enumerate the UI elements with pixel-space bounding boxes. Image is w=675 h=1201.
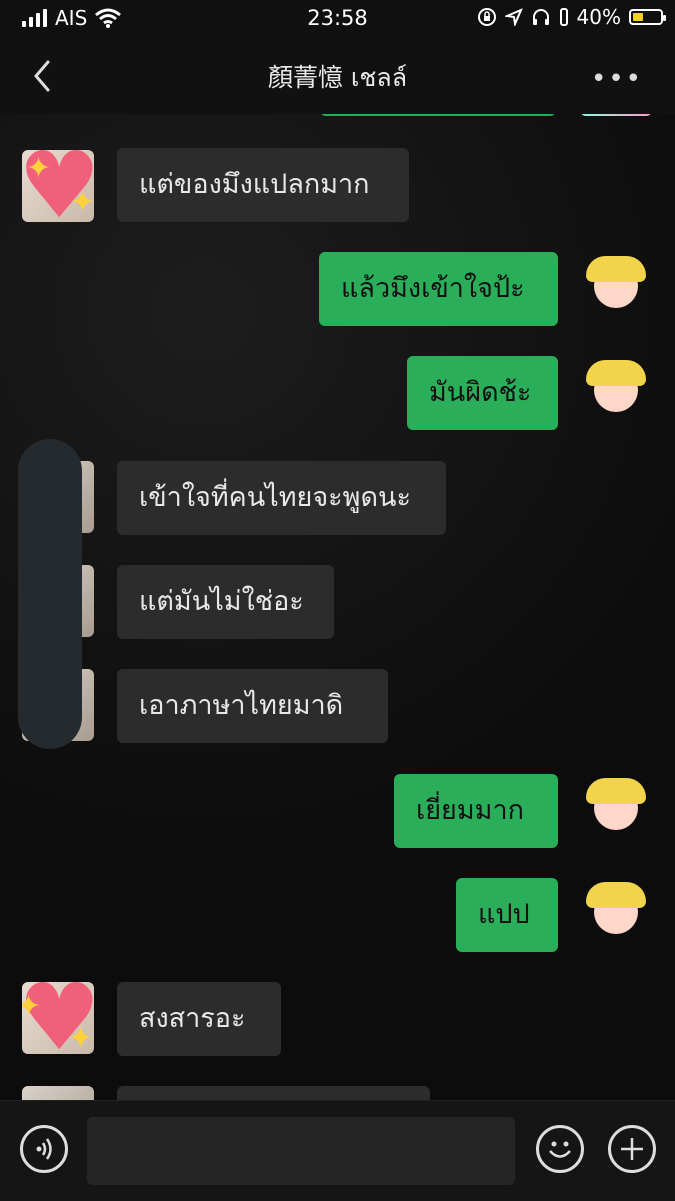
status-icons: 40% bbox=[477, 5, 666, 29]
battery-percent: 40% bbox=[576, 5, 621, 29]
redaction-mark bbox=[18, 439, 82, 749]
smiley-face-icon bbox=[549, 1141, 571, 1158]
plus-icon[interactable] bbox=[608, 1125, 656, 1173]
incoming-message[interactable]: สงสารอะ bbox=[117, 982, 281, 1056]
rotation-lock-icon bbox=[477, 8, 496, 26]
contact-avatar[interactable]: ♥ ✦ ✦ bbox=[22, 150, 94, 222]
incoming-message[interactable]: แต่มันไม่ใช่อะ bbox=[117, 565, 334, 639]
chat-area[interactable]: ♥ ✦ ✦ แต่ของมึงแปลกมาก แล้วมึงเข้าใจป้ะ … bbox=[0, 114, 675, 1100]
sparkle-icon: ✦ bbox=[22, 989, 42, 1024]
charging-icon bbox=[559, 8, 568, 26]
input-bar bbox=[0, 1100, 675, 1201]
chat-header: 顏菁憶 เชลล์ ••• bbox=[0, 38, 675, 114]
incoming-message[interactable]: แต่ของมึงแปลกมาก bbox=[117, 148, 409, 222]
battery-level bbox=[633, 13, 644, 21]
message-input[interactable] bbox=[87, 1117, 515, 1185]
status-bar: AIS 23:58 40% bbox=[0, 0, 675, 38]
incoming-message-partial[interactable] bbox=[117, 1086, 430, 1100]
plus-sign-icon bbox=[621, 1138, 643, 1160]
partial-avatar bbox=[580, 114, 652, 116]
outgoing-message[interactable]: แปป bbox=[456, 878, 558, 952]
my-avatar[interactable] bbox=[580, 774, 652, 846]
sparkle-icon: ✦ bbox=[68, 1021, 94, 1054]
location-icon bbox=[504, 8, 523, 26]
incoming-message[interactable]: เข้าใจที่คนไทยจะพูดนะ bbox=[117, 461, 446, 535]
voice-icon[interactable] bbox=[20, 1125, 68, 1173]
outgoing-message[interactable]: แล้วมึงเข้าใจป้ะ bbox=[319, 252, 558, 326]
chat-title: 顏菁憶 เชลล์ bbox=[267, 63, 408, 92]
my-avatar[interactable] bbox=[580, 878, 652, 950]
outgoing-message[interactable]: มันผิดช้ะ bbox=[407, 356, 558, 430]
my-avatar[interactable] bbox=[580, 252, 652, 324]
sparkle-icon: ✦ bbox=[26, 151, 52, 186]
emoji-icon[interactable] bbox=[536, 1125, 584, 1173]
voice-waves-icon bbox=[36, 1138, 52, 1160]
outgoing-message[interactable]: เยี่ยมมาก bbox=[394, 774, 558, 848]
incoming-message[interactable]: เอาภาษาไทยมาดิ bbox=[117, 669, 388, 743]
more-options-icon[interactable]: ••• bbox=[591, 64, 643, 94]
my-avatar[interactable] bbox=[580, 356, 652, 428]
partial-message-bubble bbox=[320, 114, 556, 116]
contact-avatar[interactable]: ♥ ✦ ✦ bbox=[22, 982, 94, 1054]
headphones-icon bbox=[532, 9, 549, 25]
battery-icon bbox=[629, 9, 666, 25]
contact-avatar[interactable] bbox=[22, 1086, 94, 1100]
sparkle-icon: ✦ bbox=[70, 185, 94, 220]
